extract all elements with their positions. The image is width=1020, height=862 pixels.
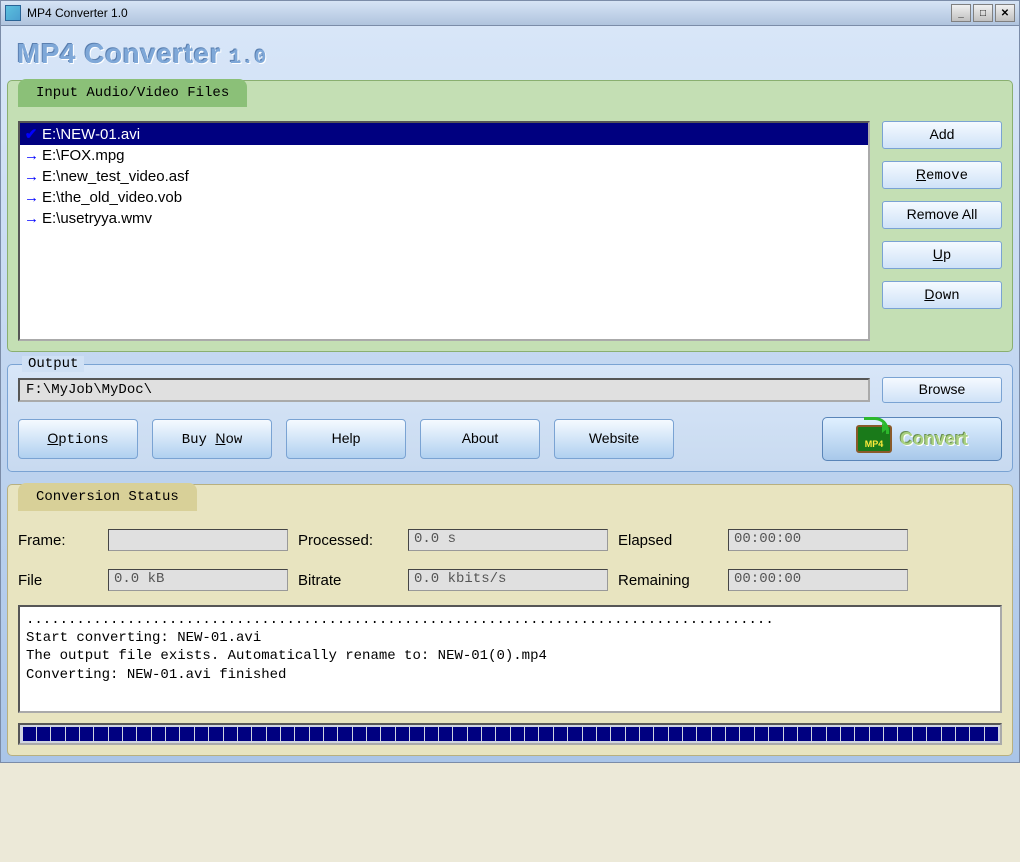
file-path: E:\the_old_video.vob [42,189,182,206]
app-title: MP4 Converter 1.0 [7,32,1013,76]
elapsed-label: Elapsed [618,532,718,549]
output-path-input[interactable] [18,378,870,402]
remove-all-button[interactable]: Remove All [882,201,1002,229]
window-controls: _ □ ✕ [951,4,1015,22]
output-section: Output Browse Options Buy Now Help About… [7,364,1013,472]
browse-button[interactable]: Browse [882,377,1002,403]
file-item[interactable]: →E:\new_test_video.asf [20,166,868,187]
file-buttons: Add Remove Remove All Up Down [882,121,1002,341]
file-item[interactable]: ✔E:\NEW-01.avi [20,123,868,145]
file-item[interactable]: →E:\FOX.mpg [20,145,868,166]
remaining-label: Remaining [618,572,718,589]
mp4-icon: MP4 [856,425,892,453]
bitrate-label: Bitrate [298,572,398,589]
help-button[interactable]: Help [286,419,406,459]
up-button[interactable]: Up [882,241,1002,269]
file-path: E:\usetryya.wmv [42,210,152,227]
check-icon: ✔ [24,125,38,143]
app-icon [5,5,21,21]
file-value: 0.0 kB [108,569,288,591]
convert-button[interactable]: MP4 Convert [822,417,1002,461]
minimize-button[interactable]: _ [951,4,971,22]
file-label: File [18,572,98,589]
maximize-button[interactable]: □ [973,4,993,22]
website-button[interactable]: Website [554,419,674,459]
convert-label: Convert [900,429,968,450]
input-tab-label: Input Audio/Video Files [18,79,247,107]
add-button[interactable]: Add [882,121,1002,149]
file-list[interactable]: ✔E:\NEW-01.avi→E:\FOX.mpg→E:\new_test_vi… [18,121,870,341]
frame-value [108,529,288,551]
frame-label: Frame: [18,532,98,549]
processed-label: Processed: [298,532,398,549]
close-button[interactable]: ✕ [995,4,1015,22]
action-buttons: Options Buy Now Help About Website MP4 C… [18,417,1002,461]
status-section: Conversion Status Frame: Processed: 0.0 … [7,484,1013,756]
remaining-value: 00:00:00 [728,569,908,591]
main-window: MP4 Converter 1.0 Input Audio/Video File… [0,26,1020,763]
output-label: Output [22,356,84,372]
arrow-icon: → [24,189,38,206]
arrow-icon: → [24,147,38,164]
down-button[interactable]: Down [882,281,1002,309]
file-path: E:\new_test_video.asf [42,168,189,185]
window-title: MP4 Converter 1.0 [27,6,951,20]
file-item[interactable]: →E:\the_old_video.vob [20,187,868,208]
titlebar: MP4 Converter 1.0 _ □ ✕ [0,0,1020,26]
file-item[interactable]: →E:\usetryya.wmv [20,208,868,229]
bitrate-value: 0.0 kbits/s [408,569,608,591]
processed-value: 0.0 s [408,529,608,551]
buy-now-button[interactable]: Buy Now [152,419,272,459]
file-path: E:\FOX.mpg [42,147,125,164]
arrow-icon: → [24,168,38,185]
arrow-icon: → [24,210,38,227]
about-button[interactable]: About [420,419,540,459]
options-button[interactable]: Options [18,419,138,459]
remove-button[interactable]: Remove [882,161,1002,189]
conversion-log[interactable]: ........................................… [18,605,1002,713]
status-tab-label: Conversion Status [18,483,197,511]
elapsed-value: 00:00:00 [728,529,908,551]
file-path: E:\NEW-01.avi [42,126,140,143]
progress-bar [18,723,1002,745]
input-section: Input Audio/Video Files ✔E:\NEW-01.avi→E… [7,80,1013,352]
